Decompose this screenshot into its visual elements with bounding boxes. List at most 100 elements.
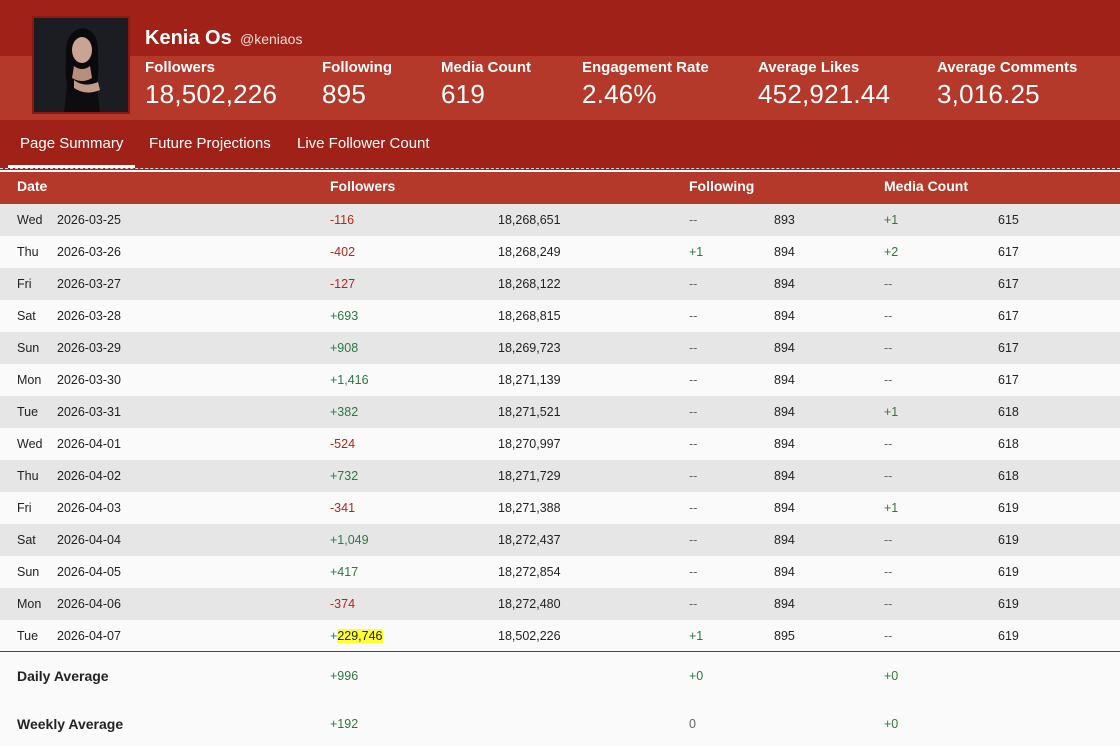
cell-followers-change: +908 [330, 341, 359, 355]
tab-live-follower-count[interactable]: Live Follower Count [297, 122, 430, 168]
summary-table: Date Followers Following Media Count Wed… [0, 172, 1120, 746]
cell-followers-total: 18,268,815 [498, 309, 561, 323]
cell-following-total: 894 [774, 501, 795, 515]
cell-following-total: 894 [774, 309, 795, 323]
table-row: Sun 2026-04-05 +417 18,272,854 -- 894 -- 619 [0, 556, 1120, 588]
table-header: Date Followers Following Media Count [0, 172, 1120, 204]
stat-value: 619 [441, 79, 485, 109]
cell-date: 2026-04-04 [57, 533, 121, 547]
summary-row: Daily Average +996 +0 +0 [0, 652, 1120, 700]
cell-followers-total: 18,271,388 [498, 501, 561, 515]
table-row: Wed 2026-03-25 -116 18,268,651 -- 893 +1 615 [0, 204, 1120, 236]
cell-followers-total: 18,268,249 [498, 245, 561, 259]
profile-header: Kenia Os @keniaos Followers 18,502,226 F… [0, 0, 1120, 170]
cell-media-total: 617 [998, 309, 1019, 323]
cell-followers-change: -127 [330, 277, 356, 291]
avatar[interactable] [32, 16, 130, 114]
stat-label: Followers [145, 59, 216, 76]
cell-followers-change: -524 [330, 437, 356, 451]
table-row: Thu 2026-03-26 -402 18,268,249 +1 894 +2 617 [0, 236, 1120, 268]
cell-media-change: -- [884, 565, 893, 579]
cell-date: 2026-04-07 [57, 629, 121, 643]
cell-media-total: 619 [998, 533, 1019, 547]
summary-following: 0 [689, 717, 696, 731]
cell-followers-change: +693 [330, 309, 359, 323]
cell-day: Tue [17, 629, 39, 643]
cell-media-change: +2 [884, 245, 899, 259]
cell-media-change: +1 [884, 405, 899, 419]
cell-followers-change: +382 [330, 405, 359, 419]
header-following: Following [689, 178, 755, 194]
cell-followers-total: 18,272,480 [498, 597, 561, 611]
stat-average-comments: Average Comments 3,016.25 [937, 59, 1077, 110]
cell-date: 2026-04-02 [57, 469, 121, 483]
cell-media-total: 617 [998, 277, 1019, 291]
stat-label: Following [322, 59, 392, 76]
cell-followers-change: -116 [330, 213, 355, 227]
cell-following-change: -- [689, 533, 698, 547]
tab-page-summary[interactable]: Page Summary [8, 122, 136, 168]
header-followers: Followers [330, 178, 396, 194]
cell-day: Sun [17, 565, 40, 579]
header-date: Date [17, 178, 48, 194]
cell-following-total: 894 [774, 405, 795, 419]
cell-following-change: +1 [689, 629, 704, 643]
tab-future-projections[interactable]: Future Projections [149, 122, 271, 168]
profile-handle: @keniaos [240, 31, 303, 47]
table-row: Wed 2026-04-01 -524 18,270,997 -- 894 -- 618 [0, 428, 1120, 460]
table-row: Sat 2026-03-28 +693 18,268,815 -- 894 -- 617 [0, 300, 1120, 332]
cell-media-total: 619 [998, 501, 1019, 515]
summary-media: +0 [884, 669, 899, 683]
cell-following-total: 894 [774, 533, 795, 547]
cell-media-total: 617 [998, 341, 1019, 355]
stat-value: 2.46% [582, 79, 657, 109]
cell-media-change: -- [884, 469, 893, 483]
cell-day: Thu [17, 245, 39, 259]
stat-value: 3,016.25 [937, 79, 1040, 109]
cell-media-total: 619 [998, 565, 1019, 579]
cell-media-total: 618 [998, 469, 1019, 483]
table-row: Fri 2026-04-03 -341 18,271,388 -- 894 +1 619 [0, 492, 1120, 524]
cell-followers-total: 18,269,723 [498, 341, 561, 355]
cell-date: 2026-03-26 [57, 245, 121, 259]
cell-date: 2026-03-30 [57, 373, 121, 387]
cell-following-total: 894 [774, 341, 795, 355]
cell-followers-change: +229,746 [330, 620, 383, 652]
table-summary: Daily Average +996 +0 +0 Weekly Average +192 0… [0, 652, 1120, 746]
cell-following-total: 894 [774, 597, 795, 611]
stat-value: 18,502,226 [145, 79, 278, 109]
stat-engagement-rate: Engagement Rate 2.46% [582, 59, 709, 110]
highlighted-value: 229,746 [337, 629, 383, 643]
cell-following-change: -- [689, 565, 698, 579]
cell-date: 2026-03-25 [57, 213, 121, 227]
cell-followers-total: 18,502,226 [498, 629, 561, 643]
table-row: Mon 2026-03-30 +1,416 18,271,139 -- 894 -- 617 [0, 364, 1120, 396]
cell-followers-change: +1,416 [330, 373, 369, 387]
summary-label: Weekly Average [17, 716, 124, 732]
cell-media-total: 618 [998, 405, 1019, 419]
cell-following-change: -- [689, 373, 698, 387]
stat-value: 895 [322, 79, 366, 109]
cell-following-change: -- [689, 437, 698, 451]
cell-following-change: -- [689, 341, 698, 355]
stat-average-likes: Average Likes 452,921.44 [758, 59, 890, 110]
table-row: Tue 2026-03-31 +382 18,271,521 -- 894 +1 618 [0, 396, 1120, 428]
cell-following-total: 894 [774, 245, 795, 259]
cell-following-change: -- [689, 597, 698, 611]
cell-followers-change: -402 [330, 245, 356, 259]
cell-following-change: -- [689, 309, 698, 323]
cell-followers-total: 18,268,122 [498, 277, 561, 291]
cell-followers-total: 18,268,651 [498, 213, 561, 227]
cell-followers-change: +1,049 [330, 533, 369, 547]
table-row: Thu 2026-04-02 +732 18,271,729 -- 894 -- 618 [0, 460, 1120, 492]
profile-name: Kenia Os [145, 27, 232, 49]
cell-media-change: -- [884, 309, 893, 323]
cell-day: Fri [17, 277, 32, 291]
stat-label: Engagement Rate [582, 59, 709, 76]
cell-following-total: 894 [774, 469, 795, 483]
stat-value: 452,921.44 [758, 79, 891, 109]
cell-following-change: -- [689, 469, 698, 483]
table-row: Tue 2026-04-07 +229,746 18,502,226 +1 895 -- 61… [0, 620, 1120, 652]
stat-media-count: Media Count 619 [441, 59, 531, 110]
summary-followers: +192 [330, 717, 359, 731]
